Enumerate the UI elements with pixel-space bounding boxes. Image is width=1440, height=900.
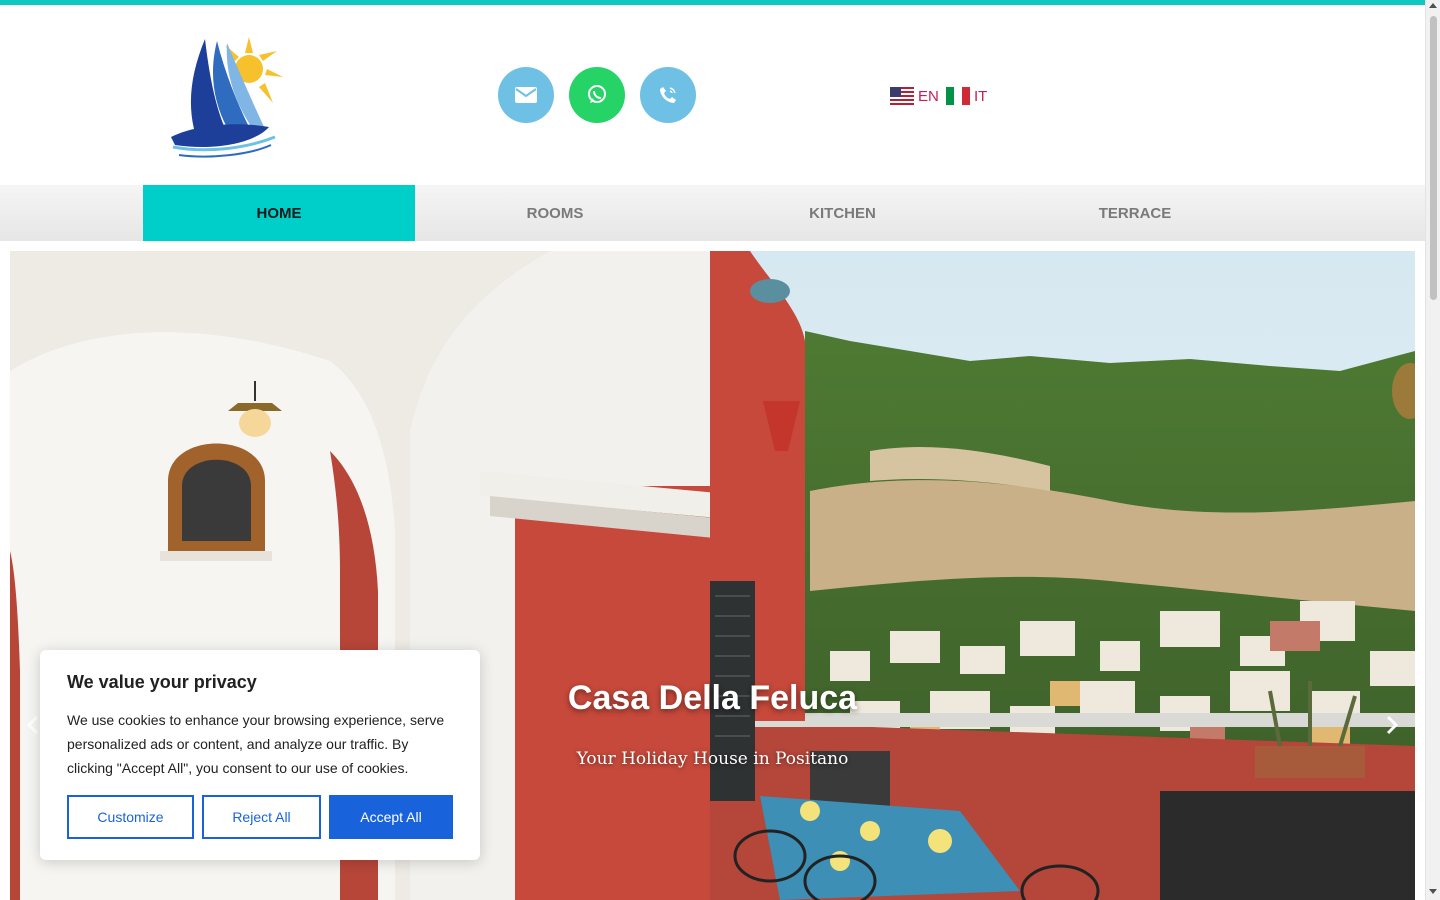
- scroll-down-icon[interactable]: [1429, 889, 1437, 894]
- cookie-text: We use cookies to enhance your browsing …: [67, 712, 445, 776]
- cookie-consent-banner: We value your privacy We use cookies to …: [40, 650, 480, 860]
- nav-item-kitchen[interactable]: KITCHEN: [695, 185, 990, 241]
- language-en-link[interactable]: EN: [890, 87, 939, 105]
- nav-item-terrace[interactable]: TERRACE: [990, 185, 1280, 241]
- whatsapp-button[interactable]: [569, 67, 625, 123]
- cookie-title: We value your privacy: [67, 672, 257, 692]
- whatsapp-icon: [588, 85, 606, 103]
- phone-button[interactable]: [640, 67, 696, 123]
- customize-button[interactable]: Customize: [67, 795, 194, 839]
- italy-flag-icon: [946, 87, 970, 105]
- page-scrollbar[interactable]: [1425, 0, 1440, 900]
- language-en-label: EN: [918, 87, 939, 105]
- site-logo[interactable]: [165, 33, 285, 159]
- email-button[interactable]: [498, 67, 554, 123]
- main-navigation: HOME ROOMS KITCHEN TERRACE: [0, 185, 1425, 241]
- cookie-buttons: Customize Reject All Accept All: [67, 795, 453, 839]
- scroll-up-icon[interactable]: [1429, 3, 1437, 8]
- language-it-label: IT: [974, 87, 988, 105]
- nav-item-home[interactable]: HOME: [143, 185, 415, 241]
- us-flag-icon: [890, 87, 914, 105]
- chevron-right-icon[interactable]: [1379, 713, 1403, 737]
- envelope-icon: [515, 87, 537, 103]
- reject-all-button[interactable]: Reject All: [202, 795, 321, 839]
- accept-all-button[interactable]: Accept All: [329, 795, 453, 839]
- nav-item-rooms[interactable]: ROOMS: [415, 185, 695, 241]
- site-header: EN IT: [0, 5, 1425, 185]
- phone-icon: [660, 87, 676, 103]
- language-it-link[interactable]: IT: [946, 87, 987, 105]
- scrollbar-thumb[interactable]: [1430, 16, 1437, 300]
